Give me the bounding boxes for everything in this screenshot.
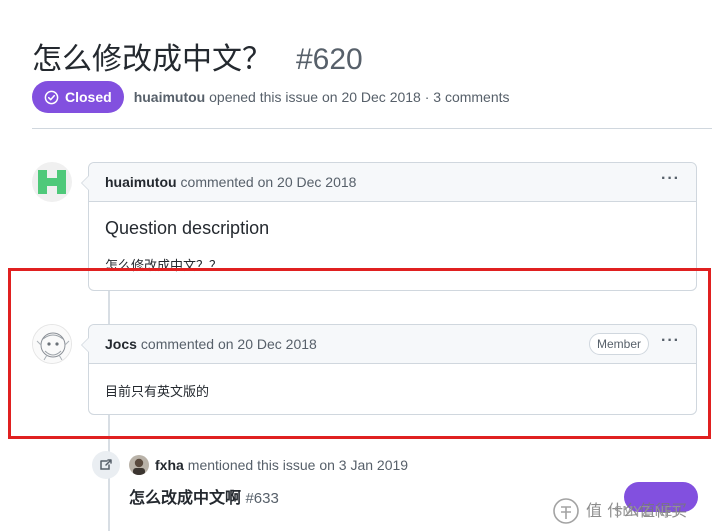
comment-text: 怎么修改成中文？？ bbox=[105, 259, 223, 274]
event-text: mentioned this issue on 3 Jan 2019 bbox=[187, 457, 409, 473]
timeline-connector bbox=[108, 290, 110, 328]
kebab-menu-icon[interactable]: ··· bbox=[661, 171, 680, 193]
comment-header: huaimutou commented on 20 Dec 2018 ··· bbox=[89, 163, 696, 202]
status-badge: Closed bbox=[32, 81, 124, 113]
referenced-issue[interactable]: 怎么改成中文啊 #633 bbox=[129, 484, 279, 508]
issue-title-row: 怎么修改成中文？ #620 bbox=[32, 34, 363, 77]
referenced-issue-number: #633 bbox=[245, 490, 279, 507]
avatar[interactable] bbox=[129, 455, 149, 475]
closed-check-icon bbox=[44, 90, 59, 104]
comment-text: 目前只有英文版的 bbox=[105, 385, 210, 400]
comment-meta[interactable]: commented on 20 Dec 2018 bbox=[141, 336, 317, 352]
comment-header: Jocs commented on 20 Dec 2018 Member ··· bbox=[89, 325, 696, 364]
issue-author-link[interactable]: huaimutou bbox=[134, 89, 206, 105]
issue-title: 怎么修改成中文？ bbox=[32, 42, 272, 77]
avatar[interactable] bbox=[32, 162, 72, 202]
identicon-avatar-icon bbox=[32, 162, 72, 202]
comment-author[interactable]: Jocs bbox=[105, 336, 137, 352]
comment-body: Question description 怎么修改成中文？？ bbox=[89, 202, 696, 290]
issue-number: #620 bbox=[296, 43, 363, 76]
avatar[interactable] bbox=[32, 324, 72, 364]
user-avatar-icon bbox=[129, 455, 149, 475]
comment-card: huaimutou commented on 20 Dec 2018 ··· Q… bbox=[81, 162, 697, 291]
watermark-logo-icon bbox=[553, 497, 579, 524]
comment-meta[interactable]: commented on 20 Dec 2018 bbox=[181, 174, 357, 190]
comment-body: 目前只有英文版的 bbox=[89, 364, 696, 416]
header-divider bbox=[32, 128, 712, 129]
comment-heading: Question description bbox=[105, 218, 270, 238]
event-actor[interactable]: fxha bbox=[155, 457, 184, 473]
kebab-menu-icon[interactable]: ··· bbox=[661, 333, 680, 355]
issue-meta-text: huaimutou opened this issue on 20 Dec 20… bbox=[134, 89, 510, 105]
status-label: Closed bbox=[65, 89, 112, 105]
issue-meta: Closed huaimutou opened this issue on 20… bbox=[32, 81, 510, 113]
member-role-badge: Member bbox=[589, 333, 650, 355]
timeline-event: fxha mentioned this issue on 3 Jan 2019 bbox=[92, 451, 408, 479]
comment-author[interactable]: huaimutou bbox=[105, 174, 177, 190]
referenced-issue-title[interactable]: 怎么改成中文啊 bbox=[129, 488, 241, 507]
sketch-avatar-icon bbox=[33, 325, 71, 363]
watermark-subtext: SMYZ.NET bbox=[614, 505, 681, 520]
cross-reference-icon bbox=[92, 451, 120, 479]
comment-card: Jocs commented on 20 Dec 2018 Member ···… bbox=[81, 324, 697, 416]
issue-meta-suffix: opened this issue on 20 Dec 2018 · 3 com… bbox=[209, 89, 510, 105]
